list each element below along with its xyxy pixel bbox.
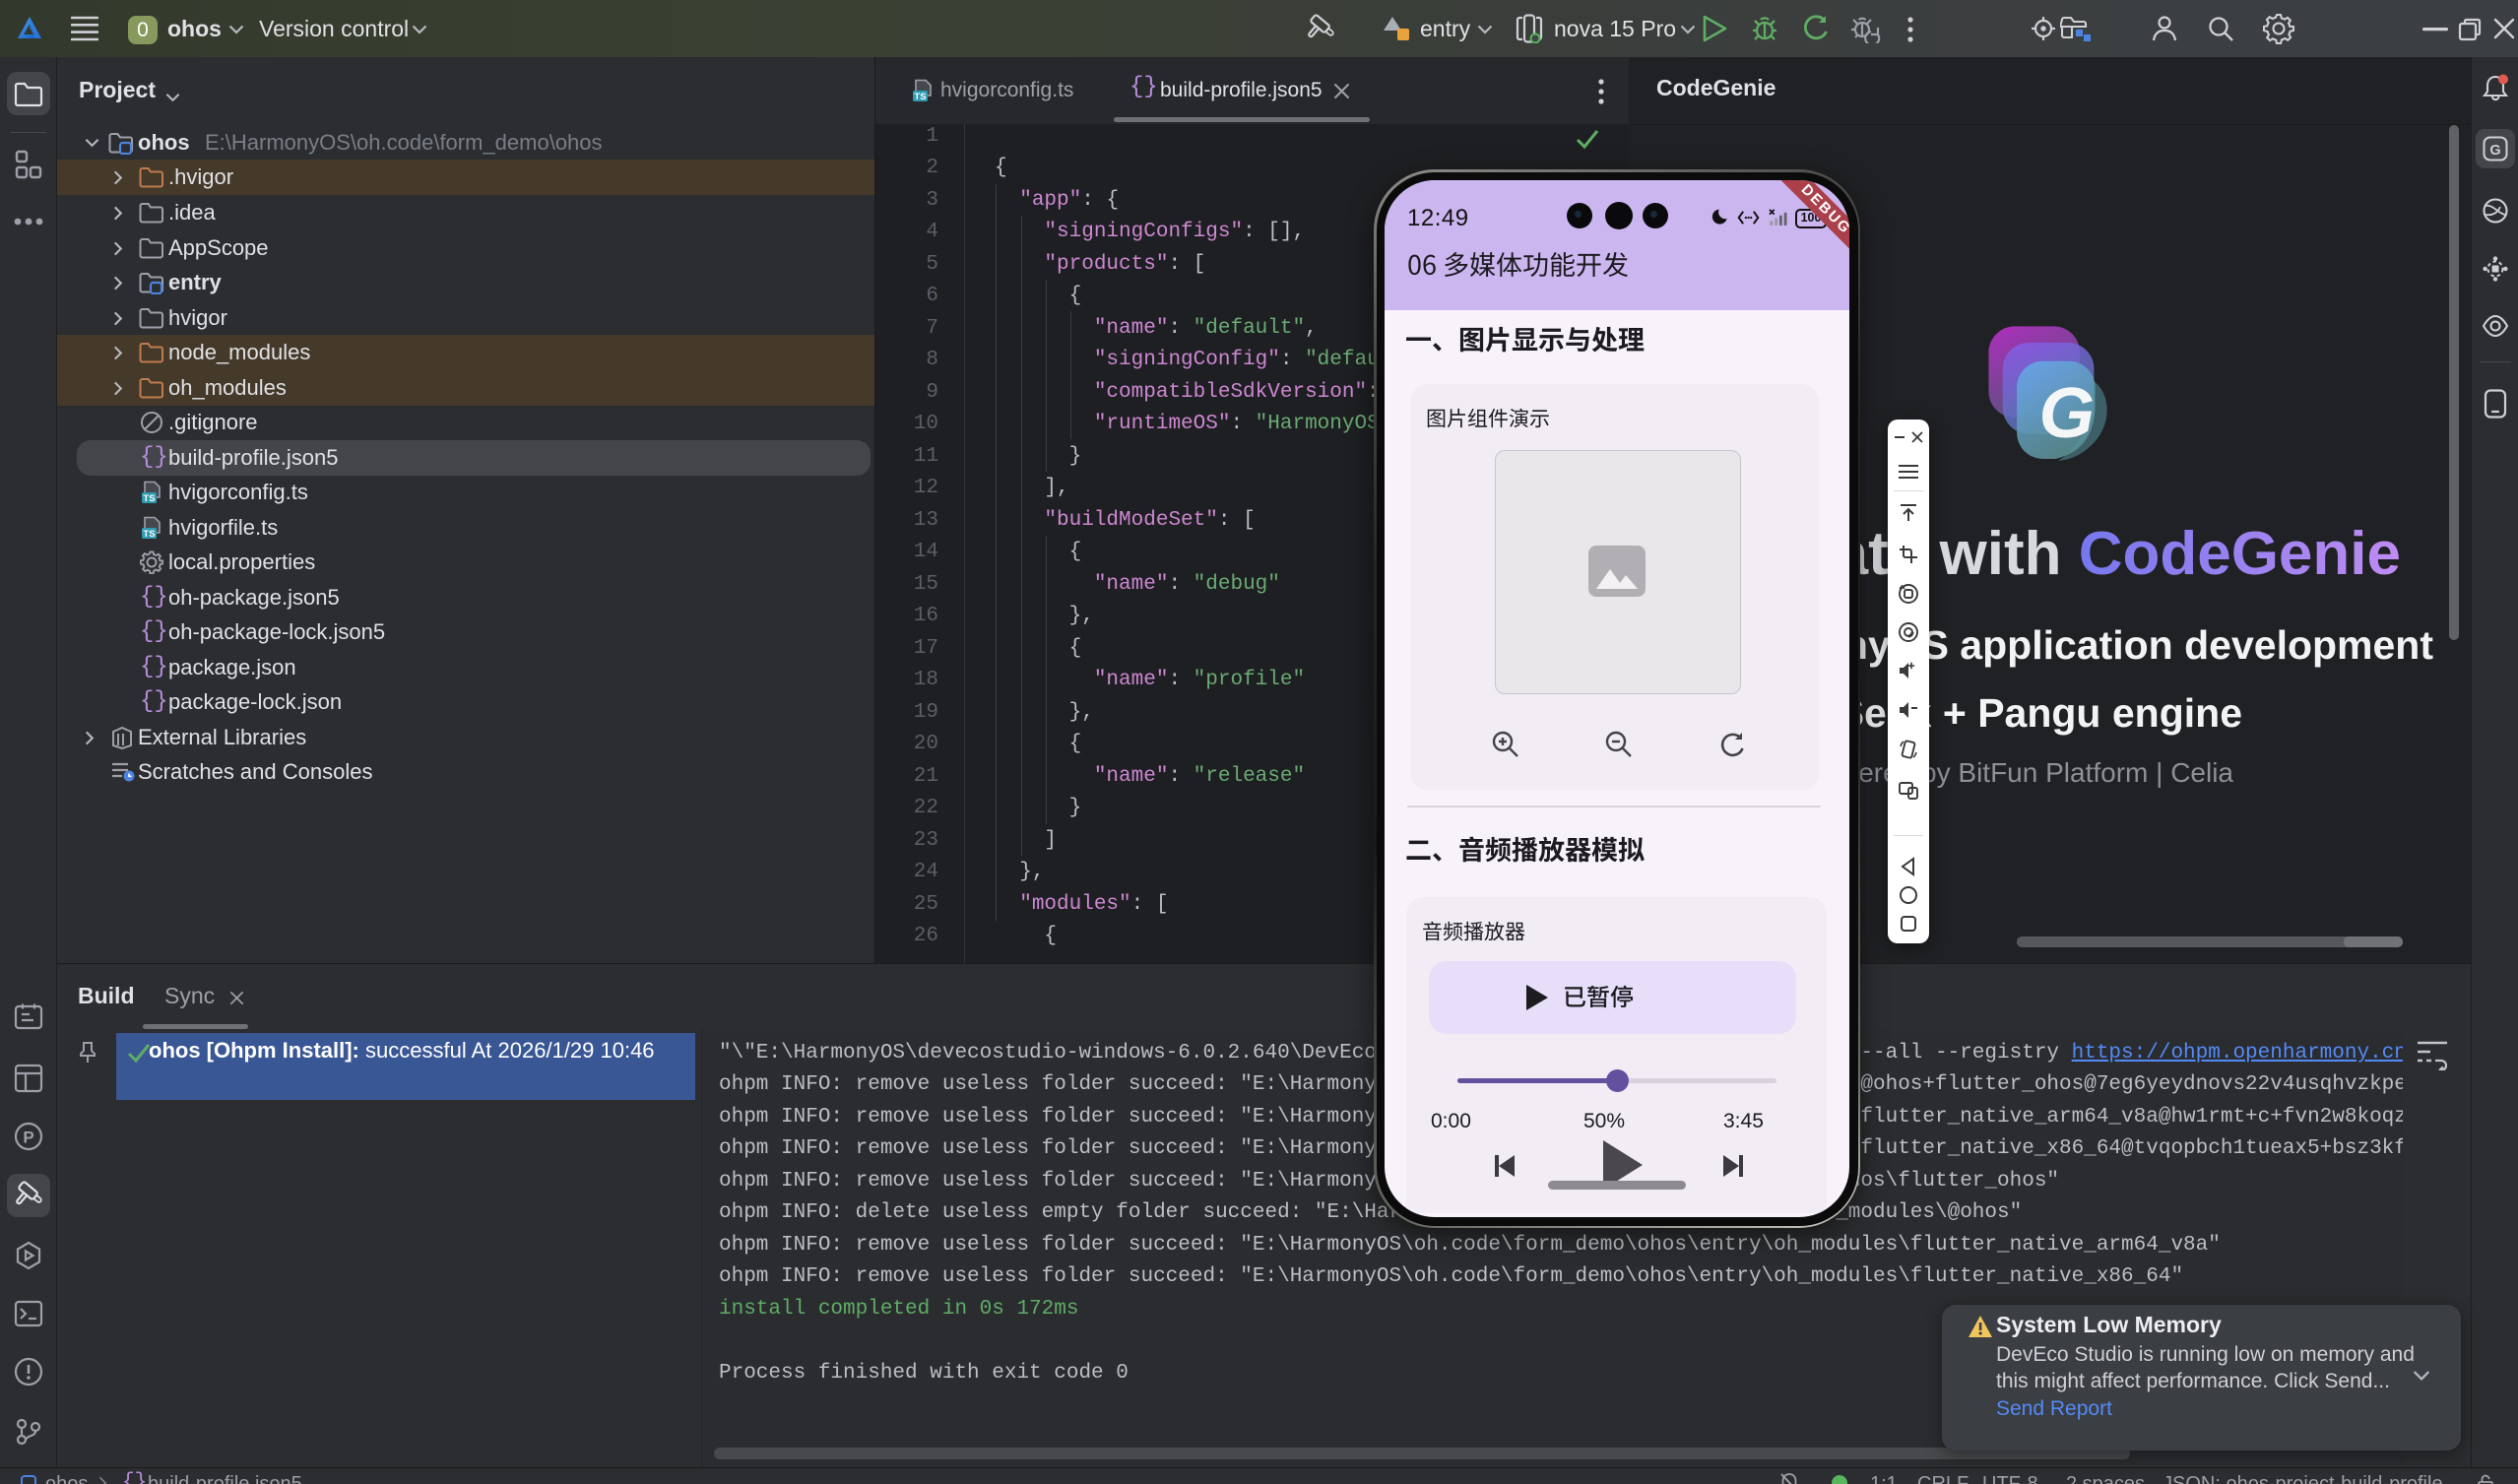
svg-text:TS: TS <box>914 92 926 102</box>
svg-text:TS: TS <box>143 529 155 540</box>
svg-text:TS: TS <box>143 493 155 504</box>
svg-text:G: G <box>2489 143 2500 159</box>
svg-text:G: G <box>2039 373 2096 453</box>
svg-text:P: P <box>23 1129 33 1147</box>
